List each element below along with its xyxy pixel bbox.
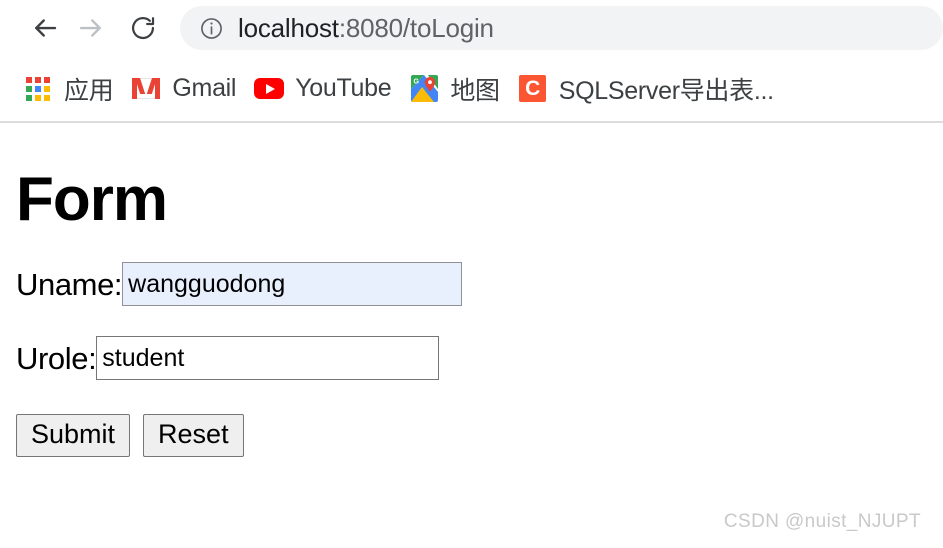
gmail-icon [131,74,161,104]
bookmark-label: 地图 [450,76,500,105]
svg-text:G: G [413,79,419,86]
bookmark-label: Gmail [172,74,237,102]
arrow-right-icon [76,13,106,43]
reload-icon [129,14,157,42]
bookmarks-bar: 应用 Gmail YouTube G 地图 C SQLServer导出表... [0,56,943,123]
address-bar-text: localhost:8080/toLogin [238,13,494,44]
csdn-icon: C [518,74,548,104]
address-bar-path: :8080/toLogin [338,12,494,43]
bookmark-label: SQLServer导出表... [558,76,774,105]
bookmark-apps[interactable]: 应用 [14,67,122,111]
bookmark-csdn[interactable]: C SQLServer导出表... [509,67,783,111]
urole-label: Urole: [16,340,97,376]
submit-button[interactable]: Submit [16,414,131,458]
back-button[interactable] [22,5,68,51]
form-actions: Submit Reset [16,414,943,458]
browser-chrome: localhost:8080/toLogin 应用 Gmail YouTube … [0,0,943,123]
uname-label: Uname: [16,266,123,302]
reload-button[interactable] [120,5,166,51]
bookmark-label: YouTube [295,74,392,102]
page-title: Form [16,165,168,234]
apps-grid-icon [23,74,53,104]
reset-button[interactable]: Reset [143,414,244,458]
uname-input[interactable] [122,262,463,307]
bookmark-label: 应用 [64,76,114,105]
field-row-urole: Urole: [16,336,943,381]
google-maps-icon: G [409,74,439,104]
bookmark-gmail[interactable]: Gmail [122,67,245,111]
bookmark-youtube[interactable]: YouTube [245,67,400,111]
bookmark-maps[interactable]: G 地图 [400,67,508,111]
arrow-left-icon [30,13,60,43]
youtube-icon [254,74,285,104]
field-row-uname: Uname: [16,262,943,307]
forward-button[interactable] [68,5,114,51]
urole-input[interactable] [96,336,440,381]
address-bar-host: localhost [238,12,339,43]
page-content: Form Uname: Urole: Submit Reset CSDN @nu… [0,123,943,543]
info-circle-icon[interactable] [198,15,224,41]
address-bar[interactable]: localhost:8080/toLogin [180,6,943,50]
browser-toolbar: localhost:8080/toLogin [0,0,943,56]
login-form: Uname: Urole: Submit Reset [0,262,943,458]
watermark: CSDN @nuist_NJUPT [723,511,921,532]
